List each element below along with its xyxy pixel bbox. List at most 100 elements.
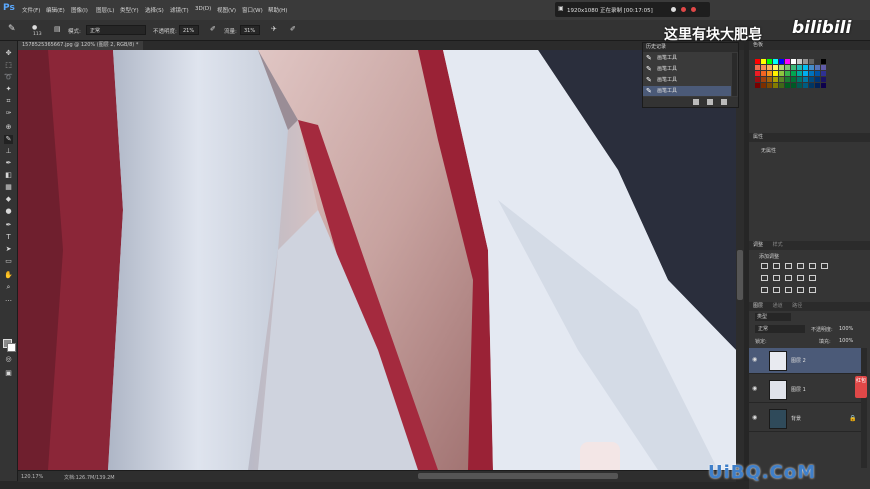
menu-window[interactable]: 窗口(W) — [242, 6, 263, 14]
opacity-field[interactable]: 21% — [179, 25, 199, 35]
color-swatch[interactable] — [791, 71, 796, 76]
history-brush-tool-icon[interactable]: ✒ — [4, 159, 13, 168]
history-row[interactable]: ✎ 画笔工具 — [643, 53, 731, 63]
zoom-level[interactable]: 120.17% — [21, 474, 43, 480]
document-info[interactable]: 文档:126.7M/139.2M — [64, 474, 115, 481]
visibility-eye-icon[interactable]: ◉ — [752, 357, 760, 363]
hand-tool-icon[interactable]: ✋ — [4, 271, 13, 280]
color-swatch[interactable] — [797, 71, 802, 76]
color-swatch[interactable] — [767, 77, 772, 82]
color-swatch[interactable] — [773, 65, 778, 70]
eraser-tool-icon[interactable]: ◧ — [4, 171, 13, 180]
image-canvas[interactable] — [18, 50, 736, 470]
brush-preset-icon[interactable]: ● — [32, 24, 37, 31]
color-swatch[interactable] — [755, 83, 760, 88]
posterize-icon[interactable] — [773, 287, 780, 293]
color-lookup-icon[interactable] — [809, 275, 816, 281]
layer-name[interactable]: 图层 2 — [791, 357, 806, 364]
properties-panel-header[interactable]: 属性 — [749, 133, 870, 142]
quick-mask-icon[interactable]: ◎ — [4, 355, 13, 364]
color-swatch[interactable] — [803, 83, 808, 88]
styles-tab[interactable]: 样式 — [773, 242, 783, 248]
clone-stamp-tool-icon[interactable]: ⊥ — [4, 147, 13, 156]
color-swatch[interactable] — [755, 59, 760, 64]
vertical-scrollbar[interactable] — [736, 50, 744, 470]
color-swatch[interactable] — [785, 65, 790, 70]
brush-size[interactable]: 113 — [33, 32, 42, 37]
color-swatch[interactable] — [815, 71, 820, 76]
swatches-tab[interactable]: 色板 — [753, 42, 763, 48]
menu-select[interactable]: 选择(S) — [145, 6, 164, 14]
menu-file[interactable]: 文件(F) — [22, 6, 40, 14]
screen-mode-icon[interactable]: ▣ — [4, 369, 13, 378]
hue-saturation-icon[interactable] — [821, 263, 828, 269]
layer-row-selected[interactable]: ◉ 图层 2 — [749, 348, 861, 374]
horizontal-scroll-thumb[interactable] — [418, 473, 618, 479]
color-swatch[interactable] — [779, 77, 784, 82]
zoom-tool-icon[interactable]: ⌕ — [4, 283, 13, 292]
color-swatch[interactable] — [785, 83, 790, 88]
channel-mixer-icon[interactable] — [797, 275, 804, 281]
threshold-icon[interactable] — [785, 287, 792, 293]
color-swatch[interactable] — [779, 59, 784, 64]
lasso-tool-icon[interactable]: ➰ — [4, 73, 13, 82]
layers-tab[interactable]: 图层 — [753, 303, 763, 309]
color-swatch[interactable] — [797, 65, 802, 70]
color-swatch[interactable] — [779, 71, 784, 76]
invert-icon[interactable] — [761, 287, 768, 293]
blend-mode-select[interactable]: 正常 — [755, 325, 805, 333]
menu-layer[interactable]: 图层(L) — [96, 6, 114, 14]
marquee-tool-icon[interactable]: ⬚ — [4, 61, 13, 70]
color-swatch[interactable] — [809, 65, 814, 70]
paths-tab[interactable]: 路径 — [792, 303, 802, 309]
color-swatch[interactable] — [797, 83, 802, 88]
color-swatch[interactable] — [821, 77, 826, 82]
channels-tab[interactable]: 通道 — [773, 303, 783, 309]
curves-icon[interactable] — [785, 263, 792, 269]
camera-icon[interactable] — [707, 99, 713, 105]
color-swatch[interactable] — [809, 59, 814, 64]
history-row-active[interactable]: ✎ 画笔工具 — [643, 86, 731, 96]
brush-tool-icon[interactable]: ✎ — [8, 24, 16, 34]
dodge-tool-icon[interactable]: ● — [4, 207, 13, 216]
swatches-grid[interactable] — [755, 59, 859, 95]
gradient-map-icon[interactable] — [797, 287, 804, 293]
snapshot-icon[interactable] — [693, 99, 699, 105]
color-swatch[interactable] — [821, 83, 826, 88]
black-white-icon[interactable] — [773, 275, 780, 281]
eyedropper-tool-icon[interactable]: ✑ — [4, 109, 13, 118]
layer-name[interactable]: 图层 1 — [791, 386, 806, 393]
history-row[interactable]: ✎ 画笔工具 — [643, 75, 731, 85]
history-row[interactable]: ✎ 画笔工具 — [643, 64, 731, 74]
vibrance-icon[interactable] — [809, 263, 816, 269]
color-swatch[interactable] — [803, 71, 808, 76]
red-packet-badge[interactable]: 红包 — [855, 376, 867, 398]
history-scrollbar[interactable] — [732, 53, 737, 96]
selective-color-icon[interactable] — [809, 287, 816, 293]
color-swatch[interactable] — [809, 77, 814, 82]
layers-scrollbar[interactable] — [861, 348, 867, 468]
color-swatch[interactable] — [815, 77, 820, 82]
color-swatch[interactable] — [773, 71, 778, 76]
move-tool-icon[interactable]: ✥ — [4, 49, 13, 58]
color-swatch[interactable] — [755, 77, 760, 82]
fill-field[interactable]: 100% — [839, 338, 853, 344]
color-swatch[interactable] — [821, 59, 826, 64]
menu-3d[interactable]: 3D(D) — [195, 6, 211, 12]
brush-tool-icon[interactable]: ✎ — [4, 135, 13, 144]
layer-row[interactable]: ◉ 图层 1 — [749, 377, 861, 403]
levels-icon[interactable] — [773, 263, 780, 269]
color-swatch[interactable] — [785, 59, 790, 64]
shape-tool-icon[interactable]: ▭ — [4, 257, 13, 266]
color-swatch[interactable] — [761, 71, 766, 76]
adjustments-tab[interactable]: 调整 — [753, 242, 763, 248]
color-swatch[interactable] — [809, 71, 814, 76]
layers-panel-header[interactable]: 图层 通道 路径 — [749, 302, 870, 311]
color-swatch[interactable] — [767, 71, 772, 76]
record-icon[interactable] — [681, 7, 686, 12]
quick-select-tool-icon[interactable]: ✦ — [4, 85, 13, 94]
color-swatch[interactable] — [803, 59, 808, 64]
document-tab[interactable]: 1578525365667.jpg @ 120% (图层 2, RGB/8) * — [18, 41, 143, 50]
layer-opacity-field[interactable]: 100% — [839, 326, 853, 332]
crop-tool-icon[interactable]: ⌗ — [4, 97, 13, 106]
